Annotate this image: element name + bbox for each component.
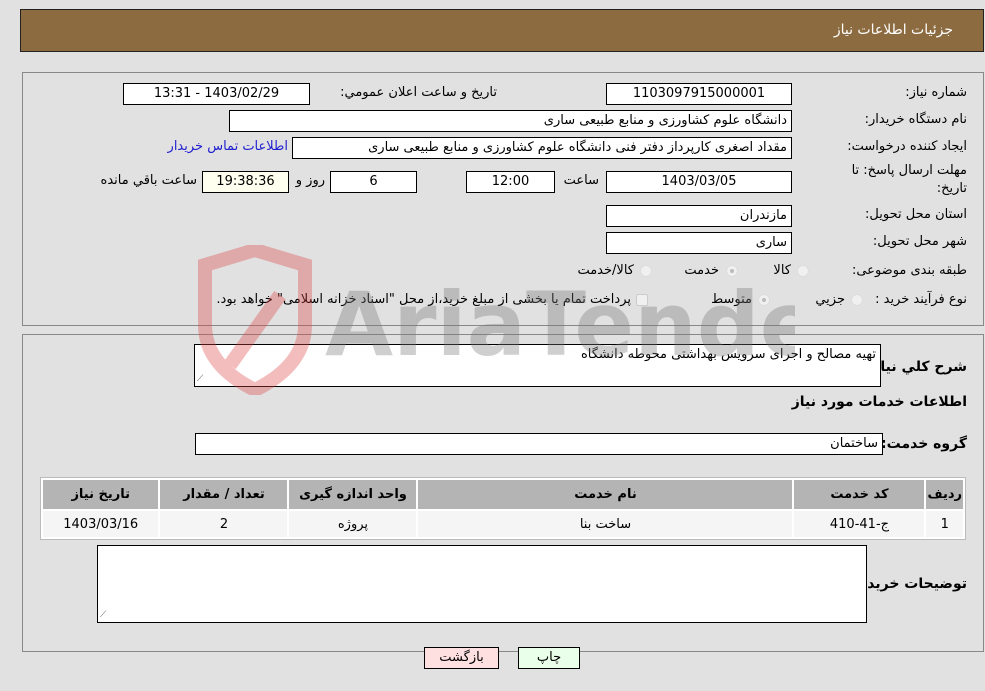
description-textarea[interactable]: تهیه مصالح و اجرای سرویس بهداشتی محوطه د… bbox=[194, 344, 881, 387]
deadline-label-2: تاریخ: bbox=[936, 181, 967, 196]
remaining-time-label: ساعت باقي مانده bbox=[100, 173, 197, 188]
cell-service-code: ج-41-410 bbox=[794, 511, 925, 537]
city-label: شهر محل تحویل: bbox=[872, 234, 967, 249]
deadline-date-field[interactable]: 1403/03/05 bbox=[606, 171, 792, 193]
cell-service-name: ساخت بنا bbox=[418, 511, 793, 537]
table-header-row: ردیف کد خدمت نام خدمت واحد اندازه گیری ت… bbox=[43, 480, 963, 509]
deadline-label: مهلت ارسال پاسخ: تا bbox=[851, 163, 967, 178]
province-label: استان محل تحویل: bbox=[865, 207, 967, 222]
cell-row-number: 1 bbox=[926, 511, 963, 537]
process-label: نوع فرآیند خرید : bbox=[875, 292, 967, 307]
description-panel: شرح کلي نیاز: تهیه مصالح و اجرای سرویس ب… bbox=[22, 334, 984, 652]
col-quantity: تعداد / مقدار bbox=[160, 480, 288, 509]
print-button[interactable]: چاپ bbox=[518, 647, 580, 669]
process-option-minor: جزیي bbox=[815, 292, 845, 307]
category-label: طبقه بندی موضوعی: bbox=[851, 263, 967, 278]
category-option-goods: کالا bbox=[773, 263, 791, 278]
service-group-field[interactable]: ساختمان bbox=[195, 433, 883, 455]
need-number-label: شماره نیاز: bbox=[905, 85, 967, 100]
cell-unit: پروژه bbox=[289, 511, 417, 537]
resize-grip-icon[interactable]: ⟋ bbox=[100, 610, 106, 620]
services-table: ردیف کد خدمت نام خدمت واحد اندازه گیری ت… bbox=[40, 477, 966, 540]
col-service-name: نام خدمت bbox=[418, 480, 793, 509]
remaining-days-field[interactable]: 6 bbox=[330, 171, 417, 193]
deadline-time-field[interactable]: 12:00 bbox=[466, 171, 555, 193]
resize-grip-icon[interactable]: ⟋ bbox=[197, 374, 203, 384]
col-row-number: ردیف bbox=[926, 480, 963, 509]
process-radio-medium[interactable] bbox=[758, 294, 770, 306]
province-field[interactable]: مازندران bbox=[606, 205, 792, 227]
col-service-code: کد خدمت bbox=[794, 480, 925, 509]
deadline-time-label: ساعت bbox=[563, 173, 599, 188]
services-section-title: اطلاعات خدمات مورد نیاز bbox=[791, 394, 967, 410]
description-text: تهیه مصالح و اجرای سرویس بهداشتی محوطه د… bbox=[580, 347, 876, 362]
treasury-checkbox[interactable] bbox=[636, 294, 648, 306]
description-label: شرح کلي نیاز: bbox=[866, 359, 967, 375]
category-radio-goods-service[interactable] bbox=[640, 265, 652, 277]
announce-datetime-label: تاریخ و ساعت اعلان عمومي: bbox=[340, 85, 497, 100]
page-header: جزئیات اطلاعات نیاز bbox=[20, 9, 984, 52]
treasury-note: پرداخت تمام یا بخشی از مبلغ خرید،از محل … bbox=[216, 292, 631, 307]
category-radio-service[interactable] bbox=[726, 265, 738, 277]
back-button[interactable]: بازگشت bbox=[424, 647, 499, 669]
service-group-label: گروه خدمت: bbox=[881, 436, 967, 452]
buyer-contact-link[interactable]: اطلاعات تماس خریدار bbox=[168, 139, 288, 154]
page-title: جزئیات اطلاعات نیاز bbox=[833, 22, 953, 38]
category-option-goods-service: کالا/خدمت bbox=[577, 263, 634, 278]
announce-datetime-field[interactable]: 1403/02/29 - 13:31 bbox=[123, 83, 310, 105]
creator-field[interactable]: مقداد اصغری کارپرداز دفتر فنی دانشگاه عل… bbox=[292, 137, 792, 159]
city-field[interactable]: ساری bbox=[606, 232, 792, 254]
need-number-field[interactable]: 1103097915000001 bbox=[606, 83, 792, 105]
remaining-time-field[interactable]: 19:38:36 bbox=[202, 171, 289, 193]
need-info-panel: شماره نیاز: 1103097915000001 تاریخ و ساع… bbox=[22, 72, 984, 326]
buyer-notes-textarea[interactable]: ⟋ bbox=[97, 545, 867, 623]
process-option-medium: متوسط bbox=[711, 292, 752, 307]
col-unit: واحد اندازه گیری bbox=[289, 480, 417, 509]
creator-label: ایجاد کننده درخواست: bbox=[847, 139, 967, 154]
col-need-date: تاریخ نیاز bbox=[43, 480, 159, 509]
buyer-org-label: نام دستگاه خریدار: bbox=[864, 112, 967, 127]
cell-quantity: 2 bbox=[160, 511, 288, 537]
days-label: روز و bbox=[295, 173, 325, 188]
table-row: 1 ج-41-410 ساخت بنا پروژه 2 1403/03/16 bbox=[43, 511, 963, 537]
buyer-org-field[interactable]: دانشگاه علوم کشاورزی و منابع طبیعی ساری bbox=[229, 110, 792, 132]
process-radio-minor[interactable] bbox=[851, 294, 863, 306]
cell-need-date: 1403/03/16 bbox=[43, 511, 159, 537]
category-radio-goods[interactable] bbox=[797, 265, 809, 277]
category-option-service: خدمت bbox=[684, 263, 719, 278]
